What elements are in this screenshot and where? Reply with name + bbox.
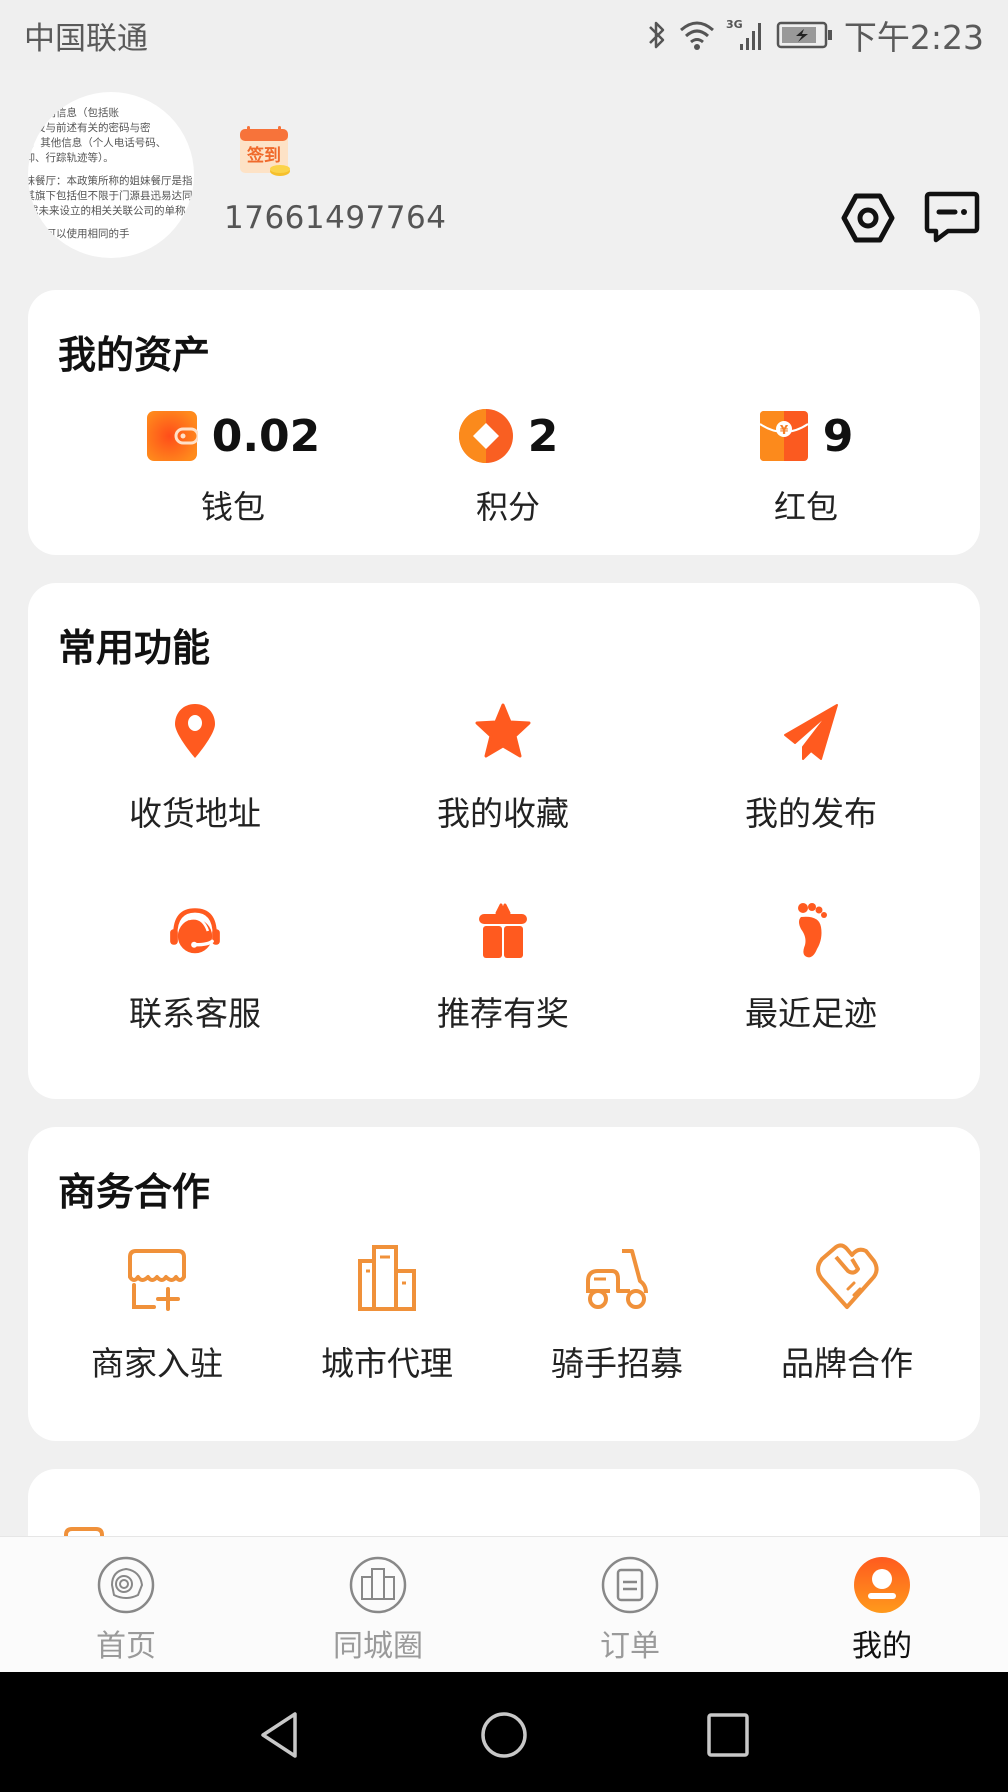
battery-charging-icon [776,20,834,50]
signal-icon: 3G [726,18,766,52]
avatar-text-line: 身份识别信息（包括账 [28,107,119,119]
settings-button[interactable] [838,188,898,248]
points-label: 积分 [475,488,540,526]
feature-label: 最近足迹 [745,994,877,1033]
home-circle-icon [481,1712,527,1758]
business-label: 商家入驻 [91,1344,223,1383]
business-merchant[interactable]: 商家入驻 [57,1243,257,1385]
user-icon [854,1557,910,1613]
feature-history[interactable]: 最近足迹 [686,901,936,1035]
avatar-text-line: 地址及与前述有关的密码与密 [28,122,151,134]
business-label: 品牌合作 [781,1344,913,1383]
scooter-icon [586,1249,648,1309]
feature-address[interactable]: 收货地址 [70,701,320,835]
features-card: 常用功能 收货地址 我的收藏 我的发布 联系客服 推荐有奖 最近足迹 [28,583,980,1099]
shell-icon [97,1556,155,1614]
asset-red-packet[interactable]: ¥ 9 红包 [656,408,956,528]
business-card: 商务合作 商家入驻 城市代理 骑手招募 品牌合作 [28,1127,980,1441]
business-label: 城市代理 [321,1344,453,1383]
points-icon [458,409,513,463]
tab-label: 我的 [852,1629,912,1664]
feature-label: 我的收藏 [437,794,569,833]
feature-referral[interactable]: 推荐有奖 [378,901,628,1035]
avatar-text-line: 及其旗下包括但不限于门源县迅易达同 [28,190,193,202]
wifi-icon [678,19,716,51]
feature-label: 推荐有奖 [437,994,569,1033]
feature-posts[interactable]: 我的发布 [686,701,936,835]
feature-label: 收货地址 [129,794,261,833]
red-packet-value: 9 [822,410,854,462]
assets-card: 我的资产 0.02 钱包 2 积分 ¥ 9 红包 [28,290,980,555]
message-icon [924,191,980,243]
calendar-checkin-icon: 签到 [240,126,290,176]
order-icon [601,1556,659,1614]
avatar-text-line: 号：您可以使用相同的手 [28,228,130,240]
business-label: 骑手招募 [551,1344,683,1383]
city-icon [349,1556,407,1614]
business-city-agent[interactable]: 城市代理 [287,1243,487,1385]
star-icon [475,703,531,758]
checkin-button[interactable]: 签到 [238,125,292,179]
avatar-text-line: 信仰、行踪轨迹等）。 [28,152,114,164]
network-type: 3G [726,18,743,31]
tab-home[interactable]: 首页 [46,1555,206,1665]
nav-recents-button[interactable] [703,1710,753,1760]
nav-home-button[interactable] [479,1710,529,1760]
back-triangle-icon [261,1712,297,1758]
points-value: 2 [527,410,559,462]
business-brand[interactable]: 品牌合作 [747,1243,947,1385]
features-title: 常用功能 [58,626,211,670]
wallet-value: 0.02 [211,410,321,462]
status-bar: 中国联通 3G 下午2:23 [0,0,1008,70]
asset-wallet[interactable]: 0.02 钱包 [83,408,383,528]
tab-mine[interactable]: 我的 [802,1555,962,1665]
avatar-text-line: 案）；其他信息（个人电话号码、 [28,137,167,149]
phone-number: 17661497764 [224,200,447,236]
tab-city-circle[interactable]: 同城圈 [298,1555,458,1665]
handshake-icon [816,1243,879,1309]
status-indicators: 3G 下午2:23 [646,11,984,59]
buildings-icon [358,1245,416,1311]
feature-label: 联系客服 [129,994,261,1033]
bluetooth-icon [646,18,668,52]
gift-icon [479,903,527,958]
location-pin-icon [175,704,215,758]
wallet-label: 钱包 [200,488,265,526]
tab-label: 首页 [96,1629,156,1664]
assets-title: 我的资产 [58,333,211,377]
avatar[interactable]: 身份识别信息（包括账地址及与前述有关的密码与密案）；其他信息（个人电话号码、信仰… [28,92,194,258]
svg-text:¥: ¥ [780,423,789,437]
paper-plane-icon [784,704,838,760]
checkin-label: 签到 [246,145,281,166]
avatar-text-line: 和/或未来设立的相关关联公司的单称 [28,205,186,217]
red-packet-label: 红包 [773,488,838,526]
asset-points[interactable]: 2 积分 [358,408,658,528]
carrier-name: 中国联通 [24,20,148,57]
tab-orders[interactable]: 订单 [550,1555,710,1665]
feature-support[interactable]: 联系客服 [70,901,320,1035]
bottom-tab-bar: 首页 同城圈 订单 我的 [0,1536,1008,1672]
recents-square-icon [707,1713,749,1757]
feature-favorites[interactable]: 我的收藏 [378,701,628,835]
settings-icon [841,193,895,243]
clock: 下午2:23 [843,18,984,57]
footprint-icon [798,903,827,958]
tab-label: 同城圈 [333,1629,423,1664]
avatar-text-line: 产品\服务。 [28,243,71,255]
nav-back-button[interactable] [255,1710,305,1760]
feature-label: 我的发布 [745,794,877,833]
red-packet-icon: ¥ [759,411,809,461]
profile-header: 身份识别信息（包括账地址及与前述有关的密码与密案）；其他信息（个人电话号码、信仰… [0,70,1008,280]
wallet-icon [146,411,198,461]
system-navigation-bar [0,1672,1008,1792]
avatar-text-line: 姐妹餐厅：本政策所称的姐妹餐厅是指 [28,175,193,187]
business-title: 商务合作 [58,1170,211,1214]
store-add-icon [128,1249,186,1311]
tab-label: 订单 [600,1629,660,1664]
headset-icon [170,908,220,954]
business-rider[interactable]: 骑手招募 [517,1243,717,1385]
message-button[interactable] [922,188,982,248]
